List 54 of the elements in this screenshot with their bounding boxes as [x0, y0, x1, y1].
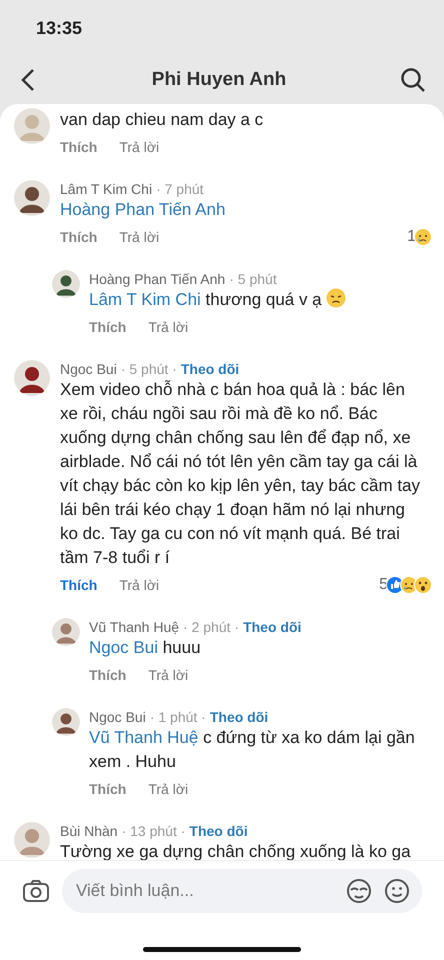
comment-time: · 13 phút ·	[122, 822, 186, 840]
reply-link[interactable]: Trả lời	[148, 780, 188, 798]
page-title: Phi Huyen Anh	[150, 68, 288, 92]
surprised-face-icon	[414, 576, 432, 594]
mention-link[interactable]: Lâm T Kim Chi	[89, 290, 201, 309]
reply-link[interactable]: Trả lời	[119, 228, 160, 246]
avatar-icon	[52, 270, 80, 298]
comment-time: · 1 phút ·	[150, 708, 206, 726]
emoji-icon[interactable]	[384, 878, 410, 904]
follow-link[interactable]: Theo dõi	[243, 618, 302, 636]
follow-link[interactable]: Theo dõi	[180, 360, 240, 378]
comment-time: · 2 phút ·	[183, 618, 240, 636]
comment-text: Lâm T Kim Chi thương quá v ạ	[89, 288, 432, 312]
avatar-icon	[14, 108, 50, 144]
comment-text: Xem video chỗ nhà c bán hoa quả là : bác lên xe rồi, cháu ngồi sau rồi mà đề ko nổ. Bác xuống dựng chân chống sau lên để đạp nổ, xe airblade. Nổ cái nó tót lên yên cầm tay ga cái là vít chạy bác còn ko kịp lên yên, tay bác cầm tay lái bên trái kéo chạy 1 đoạn hãm nó lại nhưng ko dc. Tay ga cu con nó vít mạnh quá. Bé trai tầm 7-8 tuổi r í	[60, 379, 422, 569]
like-link[interactable]: Thích	[60, 138, 98, 156]
mention-link[interactable]: Ngoc Bui	[89, 638, 158, 657]
follow-link[interactable]: Theo dõi	[189, 822, 248, 840]
like-link[interactable]: Thích	[89, 780, 126, 798]
author-name[interactable]: Lâm T Kim Chi	[60, 180, 152, 198]
author-name[interactable]: Bùi Nhàn	[60, 822, 118, 840]
like-link[interactable]: Thích	[60, 576, 98, 594]
comment-text: Ngoc Bui huuu	[89, 637, 202, 659]
sad-face-icon	[326, 288, 346, 308]
camera-icon[interactable]	[22, 879, 50, 903]
avatar-icon	[52, 618, 80, 646]
comment-time: · 7 phút	[156, 180, 204, 198]
comment-field[interactable]: Viết bình luận...	[62, 869, 422, 913]
like-link[interactable]: Thích	[60, 228, 98, 246]
author-name[interactable]: Hoàng Phan Tiến Anh	[89, 270, 226, 288]
author-name[interactable]: Vũ Thanh Huệ	[89, 618, 180, 636]
reply-link[interactable]: Trả lời	[119, 576, 160, 594]
avatar-icon	[14, 822, 50, 858]
mention-link[interactable]: Vũ Thanh Huệ	[89, 728, 198, 747]
comment-text: Vũ Thanh Huệ c đứng từ xa ko dám lại gần xem . Huhu	[89, 727, 416, 773]
avatar-icon	[52, 708, 80, 736]
avatar-icon	[14, 180, 50, 216]
reply-link[interactable]: Trả lời	[148, 318, 188, 336]
like-link[interactable]: Thích	[89, 666, 126, 684]
like-link[interactable]: Thích	[89, 318, 126, 336]
status-time: 13:35	[36, 16, 82, 40]
reply-link[interactable]: Trả lời	[119, 138, 160, 156]
mention-link[interactable]: Hoàng Phan Tiến Anh	[60, 200, 226, 219]
comment-time: · 5 phút ·	[120, 360, 177, 378]
author-name[interactable]: Ngoc Bui	[89, 708, 146, 726]
comment-text: van dap chieu nam day a c	[60, 109, 264, 131]
reaction-count: 1	[407, 228, 416, 246]
reply-link[interactable]: Trả lời	[148, 666, 188, 684]
follow-link[interactable]: Theo dõi	[210, 708, 268, 726]
author-name[interactable]: Ngoc Bui	[60, 360, 117, 378]
comment-time: · 5 phút	[229, 270, 277, 288]
sad-face-icon	[414, 228, 432, 246]
sticker-icon[interactable]	[346, 878, 372, 904]
avatar-icon	[14, 360, 50, 396]
